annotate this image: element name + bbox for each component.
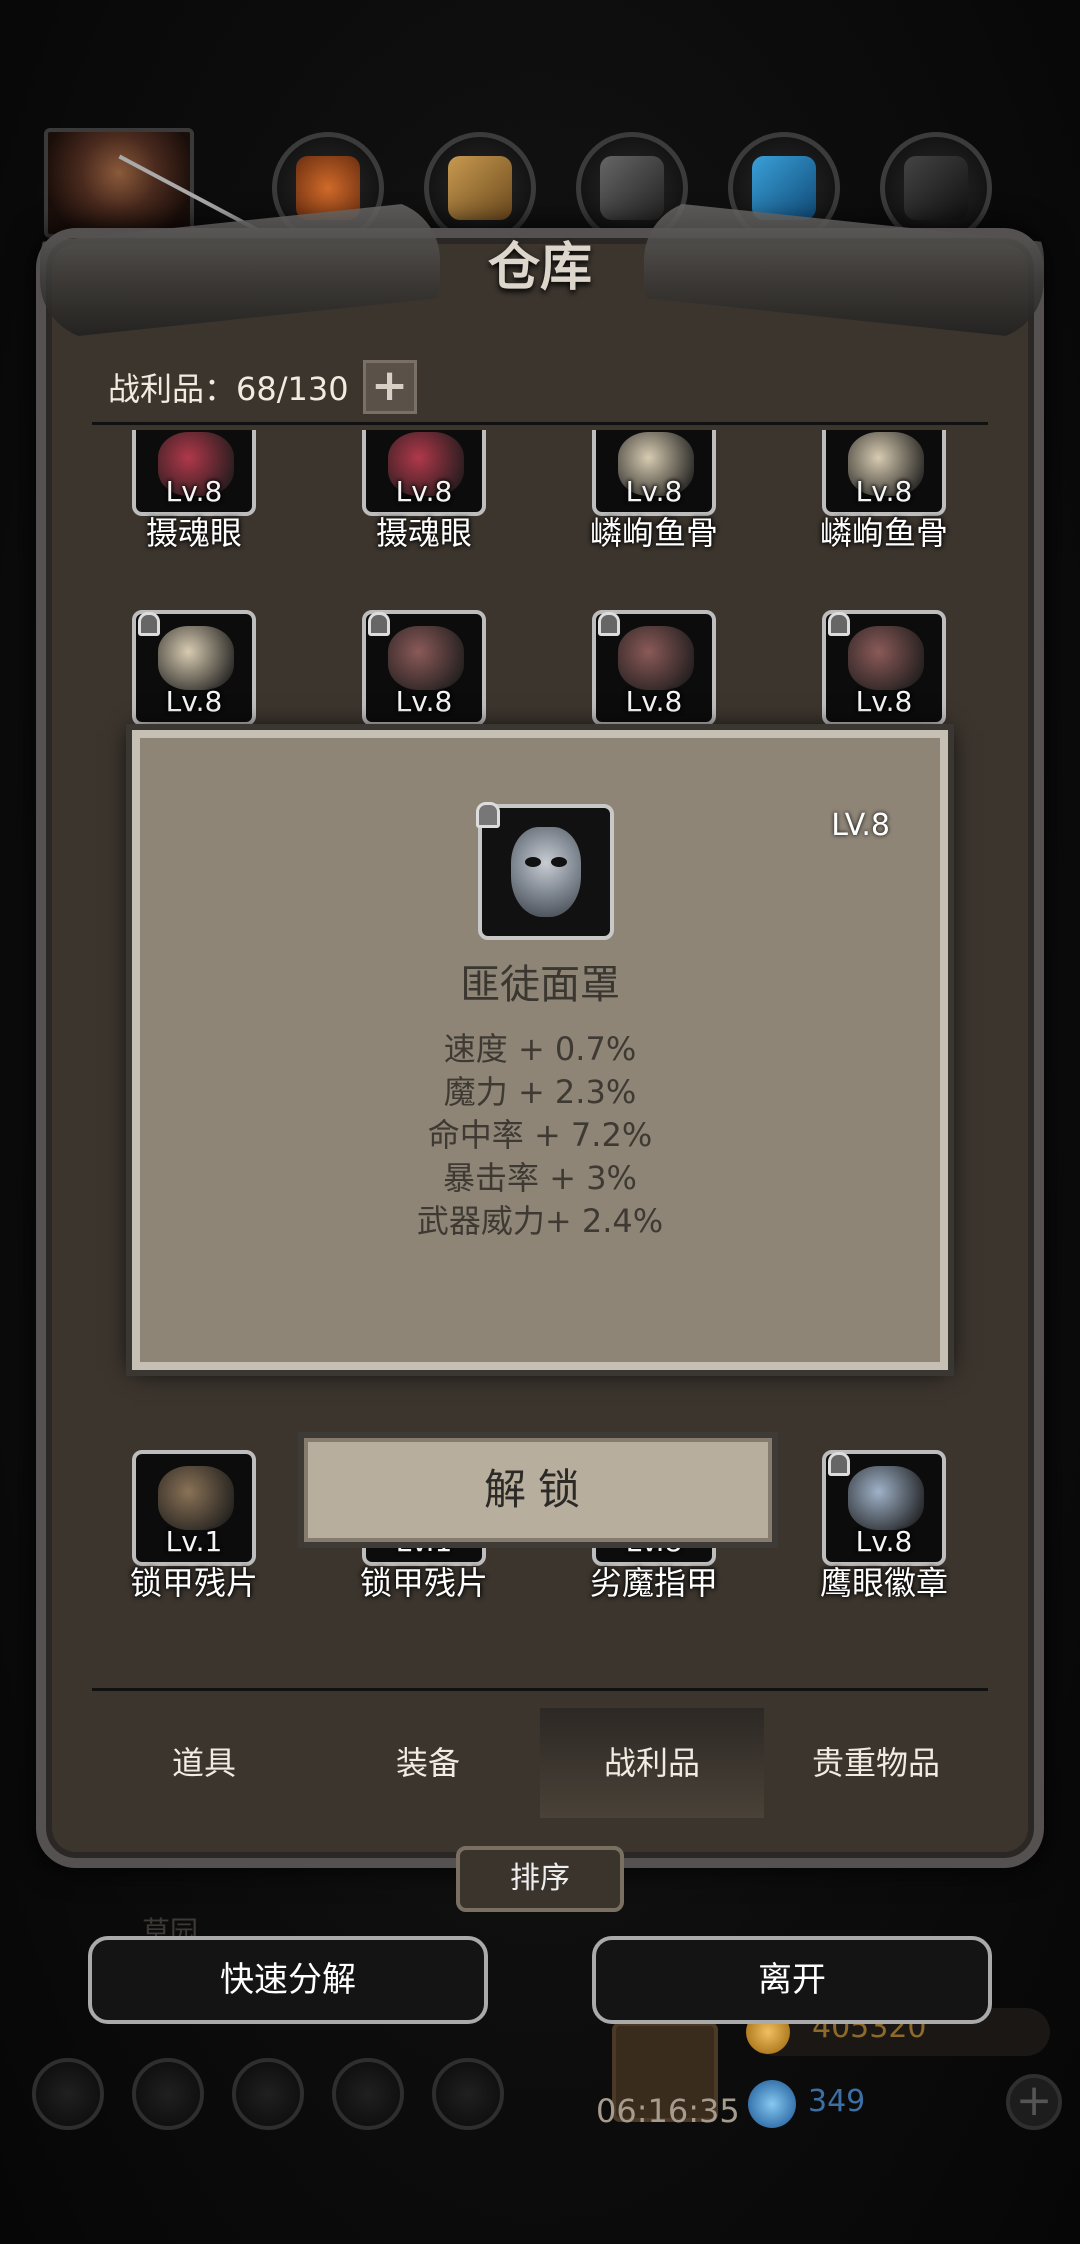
item-slot: Lv.8 xyxy=(362,610,486,726)
add-currency-icon[interactable]: + xyxy=(1006,2074,1062,2130)
blue-feather-icon xyxy=(752,156,816,220)
lock-icon xyxy=(598,612,620,636)
item-level: Lv.8 xyxy=(165,685,223,718)
grid-item[interactable]: Lv.8 嶙峋鱼骨 xyxy=(782,430,982,560)
item-name: 摄魂眼 xyxy=(375,514,472,552)
item-level: Lv.8 xyxy=(855,475,913,508)
iron-ingot-icon xyxy=(600,156,664,220)
item-name: 匪徒面罩 xyxy=(460,962,620,1008)
item-slot: Lv.8 xyxy=(592,610,716,726)
item-level: Lv.8 xyxy=(165,475,223,508)
item-slot: Lv.8 xyxy=(822,610,946,726)
item-art-icon xyxy=(848,626,924,690)
item-level: Lv.8 xyxy=(625,475,683,508)
tab-equipment[interactable]: 装备 xyxy=(316,1708,540,1818)
item-name: 摄魂眼 xyxy=(145,514,242,552)
item-art-icon xyxy=(388,626,464,690)
lock-icon xyxy=(368,612,390,636)
item-level: Lv.8 xyxy=(395,685,453,718)
grid-item[interactable]: Lv.8 鹰眼徽章 xyxy=(782,1450,982,1610)
item-art-icon xyxy=(158,626,234,690)
item-level: Lv.8 xyxy=(395,475,453,508)
expand-capacity-button[interactable]: + xyxy=(362,360,417,414)
item-slot: Lv.8 xyxy=(822,430,946,516)
grid-item[interactable]: Lv.8 嶙峋鱼骨 xyxy=(552,430,752,560)
item-name: 锁甲残片 xyxy=(129,1564,258,1602)
capacity-row: 战利品：68/130 + xyxy=(108,360,417,414)
item-level: Lv.8 xyxy=(855,1525,913,1558)
item-slot: Lv.1 xyxy=(132,1450,256,1566)
gift-timer: 06:16:35 xyxy=(596,2092,740,2130)
item-level: LV.8 xyxy=(831,808,890,843)
gem-value: 349 xyxy=(808,2084,866,2119)
gem-icon xyxy=(748,2080,796,2128)
item-stats: 速度 + 0.7% 魔力 + 2.3% 命中率 + 7.2% 暴击率 + 3% … xyxy=(140,1028,940,1243)
stat-line: 暴击率 + 3% xyxy=(443,1159,637,1197)
star-icon[interactable] xyxy=(132,2058,204,2130)
guild-icon[interactable] xyxy=(232,2058,304,2130)
grid-item[interactable]: Lv.1 锁甲残片 xyxy=(92,1450,292,1610)
unlock-button[interactable]: 解锁 xyxy=(298,1432,778,1548)
item-name: 嶙峋鱼骨 xyxy=(819,514,948,552)
item-slot: Lv.8 xyxy=(132,430,256,516)
tab-items[interactable]: 道具 xyxy=(92,1708,316,1818)
bottom-divider xyxy=(92,1688,988,1691)
item-art-icon xyxy=(158,1466,234,1530)
item-level: Lv.1 xyxy=(165,1525,223,1558)
stat-line: 魔力 + 2.3% xyxy=(443,1073,637,1111)
leave-button[interactable]: 离开 xyxy=(592,1936,992,2024)
lock-icon xyxy=(828,612,850,636)
settings-icon[interactable] xyxy=(32,2058,104,2130)
item-detail-popup: LV.8 匪徒面罩 速度 + 0.7% 魔力 + 2.3% 命中率 + 7.2%… xyxy=(132,730,948,1370)
item-icon-frame xyxy=(476,802,614,940)
capacity-label: 战利品：68/130 xyxy=(108,370,349,408)
stat-line: 武器威力+ 2.4% xyxy=(416,1202,664,1240)
storage-tabbar: 道具 装备 战利品 贵重物品 xyxy=(92,1708,988,1818)
grid-item[interactable]: Lv.8 摄魂眼 xyxy=(322,430,522,560)
lock-icon xyxy=(138,612,160,636)
tab-valuables[interactable]: 贵重物品 xyxy=(764,1708,988,1818)
item-level: Lv.8 xyxy=(855,685,913,718)
quick-decompose-button[interactable]: 快速分解 xyxy=(88,1936,488,2024)
bandit-mask-icon xyxy=(511,827,581,917)
top-divider xyxy=(92,422,988,425)
handshake-icon[interactable] xyxy=(432,2058,504,2130)
window-title: 仓库 xyxy=(487,237,592,298)
item-name: 锁甲残片 xyxy=(359,1564,488,1602)
item-art-icon xyxy=(618,626,694,690)
item-slot: Lv.8 xyxy=(592,430,716,516)
item-name: 嶙峋鱼骨 xyxy=(589,514,718,552)
lock-icon xyxy=(828,1452,850,1476)
hero-portrait[interactable] xyxy=(44,128,262,238)
item-name: 鹰眼徽章 xyxy=(819,1564,948,1602)
lock-icon xyxy=(476,802,500,828)
item-slot: Lv.8 xyxy=(132,610,256,726)
item-name: 劣魔指甲 xyxy=(589,1564,718,1602)
item-slot: Lv.8 xyxy=(822,1450,946,1566)
grid-item[interactable]: Lv.8 摄魂眼 xyxy=(92,430,292,560)
item-slot: Lv.8 xyxy=(362,430,486,516)
sort-button[interactable]: 排序 xyxy=(456,1846,624,1912)
item-art-icon xyxy=(848,1466,924,1530)
stat-line: 命中率 + 7.2% xyxy=(427,1116,653,1154)
stat-line: 速度 + 0.7% xyxy=(443,1030,637,1068)
mail-icon[interactable] xyxy=(332,2058,404,2130)
item-level: Lv.8 xyxy=(625,685,683,718)
wood-icon xyxy=(448,156,512,220)
dark-ingot-icon xyxy=(904,156,968,220)
tab-loot[interactable]: 战利品 xyxy=(540,1708,764,1818)
